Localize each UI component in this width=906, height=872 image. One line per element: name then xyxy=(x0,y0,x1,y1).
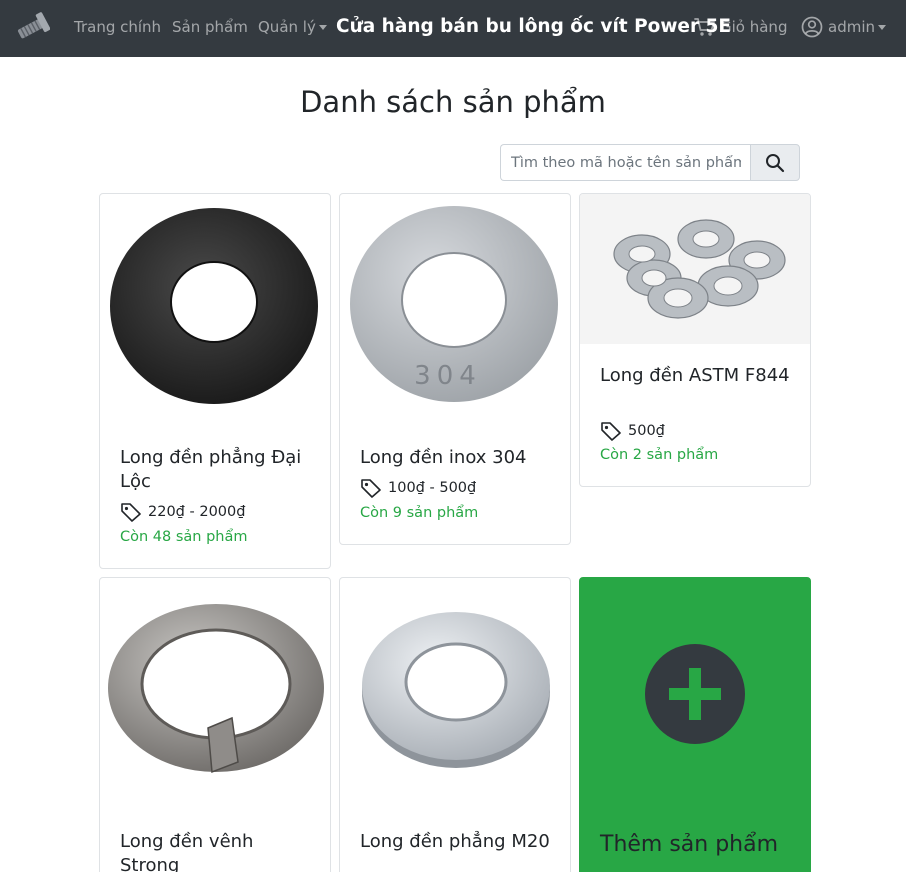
nav-manage-dropdown[interactable]: Quản lý xyxy=(258,17,327,37)
product-card[interactable]: Long đền ASTM F844 500₫ Còn 2 sản phẩm xyxy=(579,193,811,487)
search-input[interactable] xyxy=(500,144,751,181)
product-name[interactable]: Long đền phẳng M20 xyxy=(360,830,555,854)
washer-pile-image xyxy=(580,194,810,344)
product-price: 220₫ - 2000₫ xyxy=(120,501,245,523)
nav-user-dropdown[interactable]: admin xyxy=(828,17,886,37)
steel-304-washer-image: 304 xyxy=(350,206,558,402)
user-circle-icon xyxy=(801,16,823,38)
nav-cart-link[interactable]: Giỏ hàng xyxy=(720,17,787,37)
navbar-brand[interactable]: Cửa hàng bán bu lông ốc vít Power 5E xyxy=(336,14,731,40)
product-card[interactable]: Long đền phẳng Đại Lộc 220₫ - 2000₫ Còn … xyxy=(99,193,331,569)
nav-home-link[interactable]: Trang chính xyxy=(74,17,161,37)
price-tag-icon xyxy=(361,479,381,498)
nav-user-label: admin xyxy=(828,18,875,36)
search-button[interactable] xyxy=(750,144,800,181)
add-icon[interactable] xyxy=(645,644,745,744)
product-price: 500₫ xyxy=(600,420,665,442)
product-price-text: 500₫ xyxy=(628,423,665,439)
add-product-card[interactable]: Thêm sản phẩm xyxy=(579,577,811,872)
nav-manage-label: Quản lý xyxy=(258,18,316,36)
price-tag-icon xyxy=(601,422,621,441)
washer-marking: 304 xyxy=(414,361,482,391)
spring-lock-washer-image xyxy=(108,604,324,774)
zinc-flat-washer-image xyxy=(362,612,550,768)
black-flat-washer-image xyxy=(110,208,318,404)
product-name[interactable]: Long đền inox 304 xyxy=(360,446,555,470)
page-title: Danh sách sản phẩm xyxy=(300,85,606,119)
product-name[interactable]: Long đền vênh Strong xyxy=(120,830,315,872)
product-price-text: 100₫ - 500₫ xyxy=(388,480,477,496)
nav-products-link[interactable]: Sản phẩm xyxy=(172,17,248,37)
product-price-text: 220₫ - 2000₫ xyxy=(148,504,246,520)
product-stock: Còn 9 sản phẩm xyxy=(360,505,479,521)
product-card[interactable]: Long đền vênh Strong xyxy=(99,577,331,872)
navbar: Trang chính Sản phẩm Quản lý Cửa hàng bá… xyxy=(0,0,906,57)
add-product-label: Thêm sản phẩm xyxy=(600,832,779,857)
product-price: 100₫ - 500₫ xyxy=(360,477,476,499)
price-tag-icon xyxy=(121,503,141,522)
product-name[interactable]: Long đền phẳng Đại Lộc xyxy=(120,446,315,494)
bolt-logo-icon[interactable] xyxy=(14,10,50,46)
search-icon xyxy=(766,153,785,172)
product-stock: Còn 2 sản phẩm xyxy=(600,447,719,463)
chevron-down-icon xyxy=(318,25,327,30)
product-stock: Còn 48 sản phẩm xyxy=(120,529,248,545)
product-card[interactable]: 304 Long đền inox 304 100₫ - 500₫ Còn 9 … xyxy=(339,193,571,545)
product-card[interactable]: Long đền phẳng M20 xyxy=(339,577,571,872)
product-name[interactable]: Long đền ASTM F844 xyxy=(600,364,795,388)
chevron-down-icon xyxy=(878,25,886,30)
cart-icon xyxy=(694,18,715,36)
